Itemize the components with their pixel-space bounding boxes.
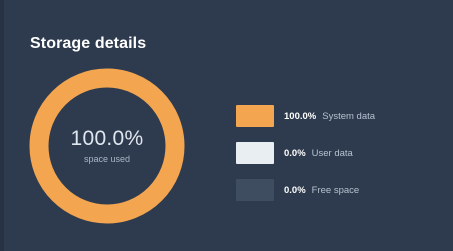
space-used-percent: 100.0% xyxy=(70,127,144,150)
user-data-value: 0.0% xyxy=(284,147,306,159)
legend-item-system-data: 100.0% System data xyxy=(236,105,436,127)
storage-details-card: Storage details 100.0% space used 100.0%… xyxy=(0,0,453,251)
donut-center: 100.0% space used xyxy=(29,68,185,224)
free-space-label: Free space xyxy=(311,184,360,196)
user-data-swatch xyxy=(236,142,274,164)
storage-legend: 100.0% System data 0.0% User data 0.0% F… xyxy=(236,105,436,216)
user-data-label: User data xyxy=(311,147,353,159)
free-space-swatch xyxy=(236,179,274,201)
storage-donut-chart: 100.0% space used xyxy=(29,68,185,224)
free-space-value: 0.0% xyxy=(284,184,306,196)
system-data-label: System data xyxy=(322,110,376,122)
legend-item-free-space: 0.0% Free space xyxy=(236,179,436,201)
legend-item-user-data: 0.0% User data xyxy=(236,142,436,164)
system-data-swatch xyxy=(236,105,274,127)
card-title: Storage details xyxy=(30,35,147,52)
space-used-label: space used xyxy=(83,154,131,164)
system-data-value: 100.0% xyxy=(284,110,317,122)
